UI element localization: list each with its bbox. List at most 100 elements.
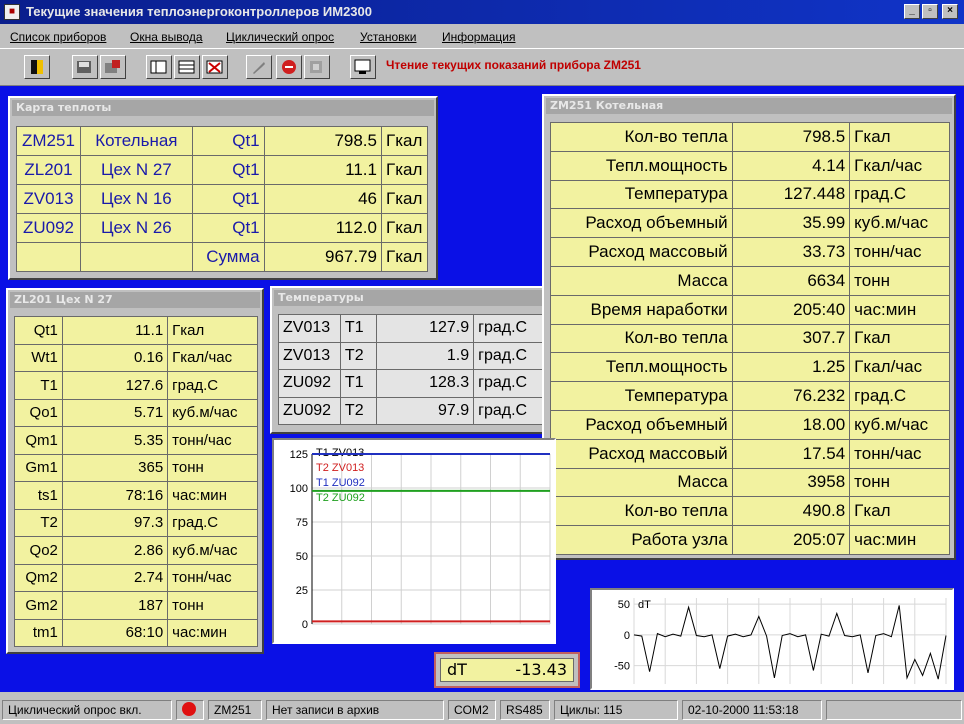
temperature-row-cell: 97.9 [375,396,475,425]
zl201-row-cell: Гкал [167,316,258,345]
heat-map-row-cell: Цех N 27 [79,155,193,185]
zm251-row: Время наработки 205:40 час:мин [550,294,950,325]
zm251-row-cell: Температура [550,179,733,210]
zm251-row: Расход объемный 35.99 куб.м/час [550,208,950,239]
zm251-row: Температура 127.448 град.С [550,179,950,210]
zl201-row-cell: тонн/час [167,426,258,455]
settings-button[interactable] [304,55,330,79]
zl201-row-cell: 5.71 [61,398,169,427]
table-button[interactable] [174,55,200,79]
menu-devices[interactable]: Список приборов [10,30,106,44]
y-tick-label: 100 [290,483,308,495]
minimize-button[interactable]: _ [904,4,920,19]
status-device: ZM251 [208,700,262,720]
zm251-row-cell: Тепл.мощность [550,150,733,181]
dt-readout: dT -13.43 [434,652,580,688]
heat-map-row-cell: ZL201 [16,155,81,185]
zm251-row-cell: Гкал [849,496,950,527]
status-interface: RS485 [500,700,550,720]
zl201-row: Qm2 2.74 тонн/час [14,563,258,592]
zm251-row-cell: куб.м/час [849,409,950,440]
legend-entry: T1 ZU092 [316,477,365,489]
dt-chart: 50 0 -50 dT [590,588,954,690]
heat-map-row-cell: Гкал [380,126,429,156]
zm251-row: Расход объемный 18.00 куб.м/час [550,409,950,440]
maximize-button[interactable]: ▫ [922,4,938,19]
temperature-row-cell: T2 [339,341,377,370]
zm251-row-cell: град.С [849,179,950,210]
zm251-row-cell: 33.73 [731,237,851,267]
zm251-row-cell: Кол-во тепла [550,496,733,527]
heat-map-row-cell: Qt1 [191,184,265,214]
heat-map-row-cell [79,242,193,272]
temperature-row-cell: ZU092 [278,369,341,398]
y-tick-label: 0 [302,619,308,631]
zm251-row: Температура 76.232 град.С [550,381,950,411]
zl201-row-cell: 11.1 [61,316,169,345]
heat-map-row-cell: ZV013 [16,184,81,214]
tool-icon [253,62,265,74]
delete-button[interactable] [202,55,228,79]
zm251-row: Масса 3958 тонн [550,467,950,498]
zl201-row-cell: 2.74 [61,563,169,592]
export-icon [105,60,120,73]
screen-button[interactable] [350,55,376,79]
zm251-row: Работа узла 205:07 час:мин [550,525,950,555]
title-bar: ■ Текущие значения теплоэнергоконтроллер… [0,0,964,24]
zl201-row-cell: Гкал/час [167,343,258,372]
window-button[interactable] [146,55,172,79]
temperature-row-cell: ZU092 [278,396,341,425]
zl201-panel: ZL201 Цех N 27 Qt1 11.1 Гкал Wt1 0.16 Гкал/ча… [6,288,264,654]
zm251-row: Кол-во тепла 307.7 Гкал [550,323,950,354]
zm251-row: Кол-во тепла 490.8 Гкал [550,496,950,527]
y-tick-label: 50 [296,551,308,563]
save-button[interactable] [72,55,98,79]
zm251-row-cell: Гкал/час [849,352,950,383]
temperature-chart: 1251007550250T1 ZV013T2 ZV013T1 ZU092T2 … [272,438,556,644]
heat-map-row-cell: 967.79 [263,242,382,272]
y-tick-label: 0 [624,630,630,642]
status-mode: Циклический опрос вкл. [2,700,172,720]
zm251-row-cell: Кол-во тепла [550,122,733,152]
temperature-row-cell: ZV013 [278,314,341,343]
zm251-row-cell: Гкал/час [849,150,950,181]
dt-label: dT [447,660,467,679]
temperature-row: ZU092 T2 97.9 град.С [278,396,544,425]
close-button[interactable]: × [942,4,958,19]
heat-map-row-cell: Qt1 [191,213,265,243]
zm251-row-cell: тонн [849,467,950,498]
settings-icon [310,61,322,73]
zm251-row-cell: Масса [550,467,733,498]
temperature-row: ZU092 T1 128.3 град.С [278,369,544,398]
axis-label: dT [638,599,651,611]
zl201-row-cell: Wt1 [14,343,63,372]
menu-windows[interactable]: Окна вывода [130,30,203,44]
panel-title: ZL201 Цех N 27 [10,292,260,308]
status-bar: Циклический опрос вкл. ZM251 Нет записи … [0,696,964,724]
menu-cyclic-poll[interactable]: Циклический опрос [226,30,334,44]
zm251-row-cell: Гкал [849,323,950,354]
menu-settings[interactable]: Установки [360,30,416,44]
toolbar-status-text: Чтение текущих показаний прибора ZM251 [386,58,641,72]
heat-map-row-cell: 112.0 [263,213,382,243]
legend-entry: T2 ZU092 [316,492,365,504]
temperature-chart-svg: 1251007550250T1 ZV013T2 ZV013T1 ZU092T2 … [290,447,551,631]
zm251-row-cell: Расход объемный [550,208,733,239]
export-button[interactable] [100,55,126,79]
temperature-row-cell: 128.3 [375,369,475,398]
zm251-row-cell: Время наработки [550,294,733,325]
zm251-row: Тепл.мощность 4.14 Гкал/час [550,150,950,181]
zm251-row-cell: 76.232 [731,381,851,411]
zm251-row-cell: 127.448 [731,179,851,210]
menu-info[interactable]: Информация [442,30,515,44]
zm251-row-cell: 1.25 [731,352,851,383]
panel-title: Карта теплоты [12,100,434,116]
stop-button[interactable] [276,55,302,79]
tool-button[interactable] [246,55,272,79]
heat-map-row: ZV013 Цех N 16 Qt1 46 Гкал [16,184,429,214]
zm251-row-cell: Кол-во тепла [550,323,733,354]
zm251-row: Тепл.мощность 1.25 Гкал/час [550,352,950,383]
zl201-row: Wt1 0.16 Гкал/час [14,343,258,372]
door-button[interactable] [24,55,50,79]
zm251-row-cell: 17.54 [731,438,851,469]
